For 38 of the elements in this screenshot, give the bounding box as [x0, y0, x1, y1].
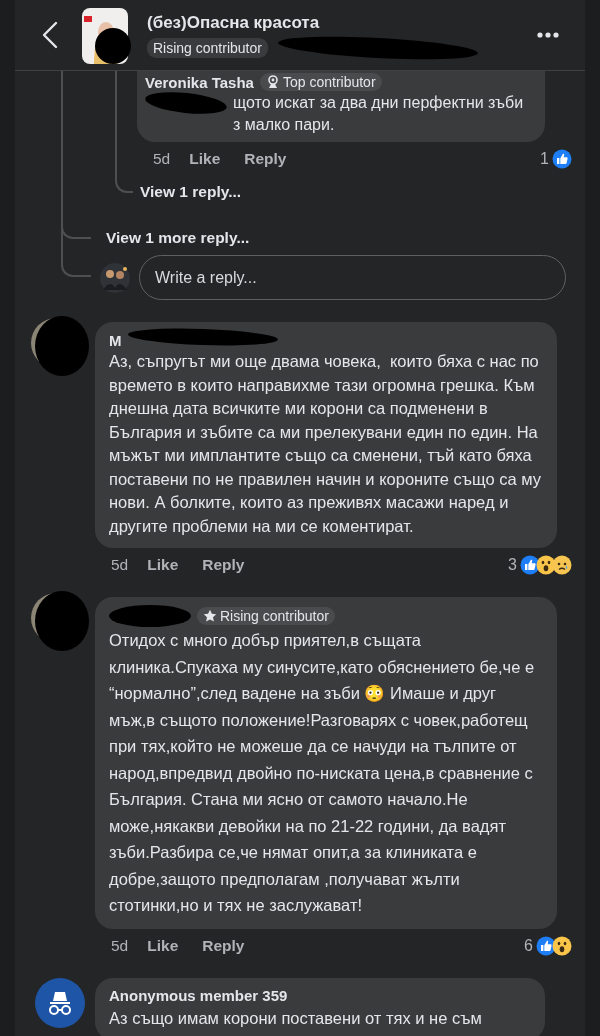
author-name[interactable]: Anonymous member 359	[109, 987, 288, 1004]
reaction-count: 3	[508, 556, 517, 574]
reply-link[interactable]: Reply	[202, 936, 245, 955]
like-reaction-icon	[536, 935, 556, 956]
redacted-avatar-drawing	[31, 316, 89, 376]
reaction-count: 6	[524, 936, 533, 955]
like-link[interactable]: Like	[189, 150, 221, 168]
sad-reaction-icon	[552, 555, 572, 575]
like-link[interactable]: Like	[147, 936, 179, 955]
reply-link[interactable]: Reply	[244, 150, 287, 168]
view-replies-link[interactable]: View 1 reply...	[140, 183, 242, 201]
reaction-count: 1	[540, 150, 549, 168]
more-icon[interactable]	[537, 32, 559, 38]
like-reaction-icon	[520, 555, 540, 575]
contributor-badge: Rising contributor	[147, 37, 268, 58]
anonymous-avatar-icon[interactable]	[35, 977, 85, 1028]
contributor-badge: Top contributor	[259, 73, 382, 91]
comment-text: щото искат за два дни перфектни зъби з малко пари.	[233, 93, 525, 135]
comment-text: Аз също имам корони поставени от тях и не съм	[109, 1007, 483, 1029]
author-name[interactable]: M	[109, 331, 122, 349]
comment-time: 5d	[111, 936, 129, 955]
reply-link[interactable]: Reply	[202, 556, 245, 574]
like-link[interactable]: Like	[147, 556, 179, 574]
comment-time: 5d	[153, 150, 171, 168]
comment-text: Отидох с много добър приятел,в същата клиника.Спукаха му синусите,като обяснението бе,че е “нормално”,след вадене на зъби 😳 Имаше и друг мъж,в същото положение!Разговарях с човек,работещ при тях,който не можеше да се начуди на тълпите от народ,впредвид двойно по-ниската цена,в сравнение с България. Стана ми ясно от самото начало.Не може,някакви девойки на по 21-22 години, да вадят зъби.Разбира се,че нямат опит,а за клиниката е добре,защото предполагам ,получават жълти стотинки,но и тях не заслужават!	[109, 630, 536, 916]
redacted-avatar-drawing	[31, 591, 89, 651]
back-icon[interactable]	[42, 21, 58, 49]
comment-text: Аз, съпругът ми още двама човека, които бяха с нас по времето в които направихме тази огромна грешка. Към днешна дата всичките ми корони са подменени в България и зъбите са ми прелекувани един по един. На мъжът ми имплантите също са сменени, тъй като бяха поставени по не правилен начин и короните също са му нови. А болките, които аз преживях масажи наред и другите проблеми на ми се коментират.	[109, 351, 543, 537]
author-name[interactable]: Veronika Tasha	[145, 73, 254, 91]
reply-input-field[interactable]: Write a reply...	[139, 255, 566, 300]
star-icon	[203, 609, 217, 623]
comment-time: 5d	[111, 556, 129, 574]
like-reaction-icon	[552, 149, 572, 169]
wow-reaction-icon	[552, 935, 572, 956]
wow-reaction-icon	[536, 555, 556, 575]
view-replies-link[interactable]: View 1 more reply...	[106, 229, 250, 247]
contributor-badge: Rising contributor	[197, 607, 335, 625]
group-title: (без)Опасна красота	[147, 12, 321, 33]
